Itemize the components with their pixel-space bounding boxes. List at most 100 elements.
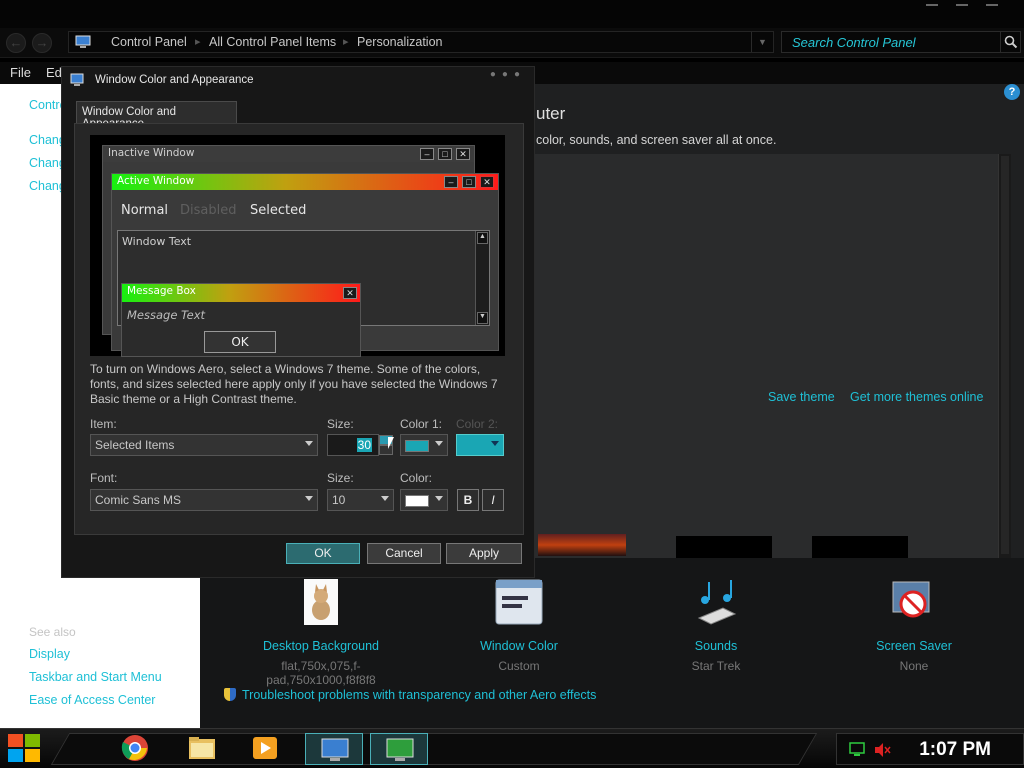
font-select[interactable]: Comic Sans MS bbox=[90, 489, 318, 511]
minimize-icon[interactable]: – bbox=[444, 176, 458, 188]
themes-list[interactable]: Save theme Get more themes online bbox=[532, 154, 998, 558]
back-arrow-icon[interactable]: ← bbox=[6, 33, 26, 53]
preview-menu-disabled[interactable]: Disabled bbox=[180, 203, 236, 218]
maximize-icon[interactable]: □ bbox=[462, 176, 476, 188]
scroll-up-icon[interactable]: ▲ bbox=[477, 232, 488, 244]
minimize-icon[interactable] bbox=[926, 0, 938, 6]
chrome-icon[interactable] bbox=[120, 734, 150, 762]
preview-scrollbar[interactable]: ▲ ▼ bbox=[475, 231, 489, 325]
preview-ok-button[interactable]: OK bbox=[204, 331, 276, 353]
apply-button[interactable]: Apply bbox=[446, 543, 522, 564]
ease-of-access-link[interactable]: Ease of Access Center bbox=[29, 693, 155, 707]
chevron-down-icon[interactable] bbox=[305, 496, 313, 501]
desktop-background-label[interactable]: Desktop Background bbox=[241, 639, 401, 653]
breadcrumb-separator-icon[interactable]: ▸ bbox=[195, 35, 201, 48]
item-select[interactable]: Selected Items bbox=[90, 434, 318, 456]
chevron-down-icon[interactable] bbox=[491, 441, 499, 446]
italic-button[interactable]: I bbox=[482, 489, 504, 511]
themes-scrollbar[interactable] bbox=[998, 154, 1011, 558]
theme-thumbnail[interactable] bbox=[676, 536, 772, 558]
taskbar-personalization[interactable] bbox=[370, 733, 428, 765]
dialog-window-buttons[interactable]: ●●● bbox=[490, 69, 526, 80]
window-color-item[interactable]: Window Color Custom bbox=[439, 578, 599, 673]
volume-muted-icon[interactable] bbox=[873, 742, 891, 758]
desktop-background-item[interactable]: Desktop Background flat,750x,075,f-pad,7… bbox=[241, 578, 401, 687]
breadcrumb-separator-icon[interactable]: ▸ bbox=[343, 35, 349, 48]
color2-picker[interactable] bbox=[456, 434, 504, 456]
taskbar-control-panel[interactable] bbox=[305, 733, 363, 765]
close-icon[interactable]: ✕ bbox=[456, 148, 470, 160]
taskbar-track bbox=[50, 733, 818, 765]
preview-active-window[interactable]: Active Window – □ ✕ Normal Disabled Sele… bbox=[111, 173, 499, 357]
color1-picker[interactable] bbox=[400, 434, 448, 456]
size-value[interactable]: 30 bbox=[356, 438, 372, 452]
control-panel-icon bbox=[321, 738, 349, 761]
font-size-select[interactable]: 10 bbox=[327, 489, 394, 511]
screen-saver-label[interactable]: Screen Saver bbox=[834, 639, 994, 653]
minimize-icon[interactable]: – bbox=[420, 148, 434, 160]
size-spinner[interactable]: 30 bbox=[327, 434, 379, 456]
bold-button[interactable]: B bbox=[457, 489, 479, 511]
save-theme-link[interactable]: Save theme bbox=[768, 390, 835, 404]
font-color-picker[interactable] bbox=[400, 489, 448, 511]
display-link[interactable]: Display bbox=[29, 647, 70, 661]
appearance-preview[interactable]: Inactive Window – □ ✕ Active Window – □ … bbox=[90, 135, 505, 357]
font-label: Font: bbox=[90, 471, 118, 485]
aero-info-text: To turn on Windows Aero, select a Window… bbox=[90, 362, 498, 406]
maximize-icon[interactable]: □ bbox=[438, 148, 452, 160]
chevron-down-icon[interactable] bbox=[435, 496, 443, 501]
breadcrumb-personalization[interactable]: Personalization bbox=[357, 35, 442, 49]
preview-message-box[interactable]: Message Box ✕ Message Text OK bbox=[121, 283, 361, 357]
breadcrumb-all-items[interactable]: All Control Panel Items bbox=[209, 35, 336, 49]
color2-label: Color 2: bbox=[456, 417, 499, 431]
maximize-icon[interactable] bbox=[956, 0, 968, 6]
preview-menu-normal[interactable]: Normal bbox=[121, 203, 168, 218]
breadcrumb-control-panel[interactable]: Control Panel bbox=[111, 35, 187, 49]
ok-button[interactable]: OK bbox=[286, 543, 360, 564]
close-icon[interactable] bbox=[986, 0, 998, 6]
troubleshoot-link[interactable]: Troubleshoot problems with transparency … bbox=[224, 688, 596, 702]
screen-saver-item[interactable]: Screen Saver None bbox=[834, 578, 994, 673]
tab-window-color[interactable]: Window Color and Appearance bbox=[76, 101, 237, 130]
sounds-item[interactable]: Sounds Star Trek bbox=[636, 578, 796, 673]
system-tray: 1:07 PM bbox=[836, 733, 1024, 765]
help-icon[interactable]: ? bbox=[1004, 84, 1020, 100]
chevron-down-icon[interactable] bbox=[305, 441, 313, 446]
color1-swatch bbox=[405, 440, 429, 452]
preview-menu-selected[interactable]: Selected bbox=[250, 203, 306, 218]
close-icon[interactable]: ✕ bbox=[480, 176, 494, 188]
taskbar: 1:07 PM bbox=[0, 728, 1024, 768]
address-dropdown-icon[interactable]: ▼ bbox=[751, 32, 773, 52]
page-title: uter bbox=[536, 104, 566, 123]
preview-inactive-title[interactable]: Inactive Window bbox=[103, 146, 474, 162]
forward-arrow-icon[interactable]: → bbox=[32, 33, 52, 53]
address-bar: ← → Control Panel ▸ All Control Panel It… bbox=[0, 28, 1024, 58]
chevron-down-icon[interactable] bbox=[381, 496, 389, 501]
menu-file[interactable]: File bbox=[10, 65, 31, 80]
get-more-themes-link[interactable]: Get more themes online bbox=[850, 390, 983, 404]
network-icon[interactable] bbox=[849, 742, 867, 758]
close-icon[interactable]: ✕ bbox=[343, 287, 357, 299]
search-icon[interactable] bbox=[1000, 32, 1020, 52]
start-button[interactable] bbox=[8, 734, 42, 764]
scroll-down-icon[interactable]: ▼ bbox=[477, 312, 488, 324]
theme-thumbnail[interactable] bbox=[812, 536, 908, 558]
window-color-label[interactable]: Window Color bbox=[439, 639, 599, 653]
clock[interactable]: 1:07 PM bbox=[919, 739, 991, 761]
cancel-button[interactable]: Cancel bbox=[367, 543, 441, 564]
preview-message-title[interactable]: Message Box bbox=[122, 284, 360, 302]
troubleshoot-label[interactable]: Troubleshoot problems with transparency … bbox=[242, 688, 596, 702]
taskbar-start-menu-link[interactable]: Taskbar and Start Menu bbox=[29, 670, 162, 684]
address-field[interactable]: Control Panel ▸ All Control Panel Items … bbox=[68, 31, 774, 53]
theme-thumbnail[interactable] bbox=[538, 534, 626, 556]
chevron-down-icon[interactable] bbox=[435, 441, 443, 446]
size-label: Size: bbox=[327, 417, 354, 431]
folder-icon[interactable] bbox=[187, 734, 217, 762]
sounds-label[interactable]: Sounds bbox=[636, 639, 796, 653]
search-input[interactable]: Search Control Panel bbox=[792, 35, 916, 50]
preview-active-title[interactable]: Active Window bbox=[112, 174, 498, 190]
media-player-icon[interactable] bbox=[250, 734, 280, 762]
menu-edit[interactable]: Ed bbox=[46, 65, 62, 80]
search-box[interactable]: Search Control Panel bbox=[781, 31, 1021, 53]
preview-message-text: Message Text bbox=[127, 308, 206, 322]
